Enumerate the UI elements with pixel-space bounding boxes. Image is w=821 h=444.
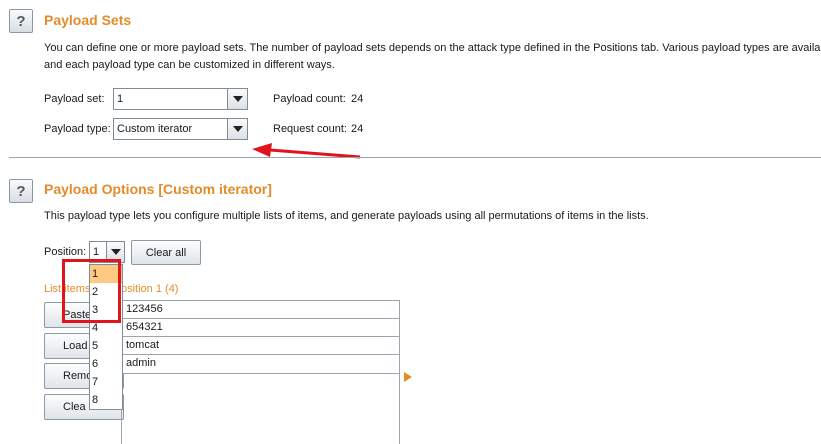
list-border-right	[399, 374, 400, 444]
list-item[interactable]: 123456	[122, 301, 399, 319]
item-list[interactable]: 123456 654321 tomcat admin	[121, 300, 400, 374]
annotation-arrow-icon	[252, 143, 361, 159]
position-option[interactable]: 5	[90, 337, 122, 355]
position-option[interactable]: 8	[90, 391, 122, 409]
list-position-header: osition 1 (4)	[121, 283, 179, 295]
payload-type-label: Payload type:	[44, 123, 111, 135]
payload-set-value: 1	[117, 93, 124, 105]
position-label: Position:	[44, 246, 87, 258]
payload-set-label: Payload set:	[44, 93, 105, 105]
list-item[interactable]: 654321	[122, 319, 399, 337]
request-count-label: Request count:	[273, 123, 347, 135]
section-divider	[9, 157, 821, 158]
payload-options-description: This payload type lets you configure mul…	[44, 210, 649, 222]
position-option[interactable]: 7	[90, 373, 122, 391]
payload-count-label: Payload count:	[273, 93, 346, 105]
chevron-down-icon[interactable]	[227, 89, 247, 109]
position-option[interactable]: 6	[90, 355, 122, 373]
payload-type-value: Custom iterator	[117, 123, 193, 135]
clear-all-button[interactable]: Clear all	[131, 240, 201, 265]
payload-sets-title: Payload Sets	[44, 12, 132, 28]
position-value: 1	[93, 246, 100, 258]
request-count-value: 24	[351, 123, 364, 135]
payload-options-title: Payload Options [Custom iterator]	[44, 181, 272, 197]
list-item[interactable]: admin	[122, 355, 399, 373]
annotation-highlight-box	[62, 259, 121, 323]
help-icon[interactable]: ?	[9, 179, 33, 203]
triangle-right-icon[interactable]	[404, 372, 412, 382]
help-icon[interactable]: ?	[9, 9, 33, 33]
payload-type-combo[interactable]: Custom iterator	[113, 118, 248, 140]
payload-sets-description-line1: You can define one or more payload sets.…	[44, 42, 821, 54]
payload-count-value: 24	[351, 93, 364, 105]
payload-set-combo[interactable]: 1	[113, 88, 248, 110]
chevron-down-icon[interactable]	[227, 119, 247, 139]
payload-sets-description-line2: and each payload type can be customized …	[44, 59, 335, 71]
list-item[interactable]: tomcat	[122, 337, 399, 355]
